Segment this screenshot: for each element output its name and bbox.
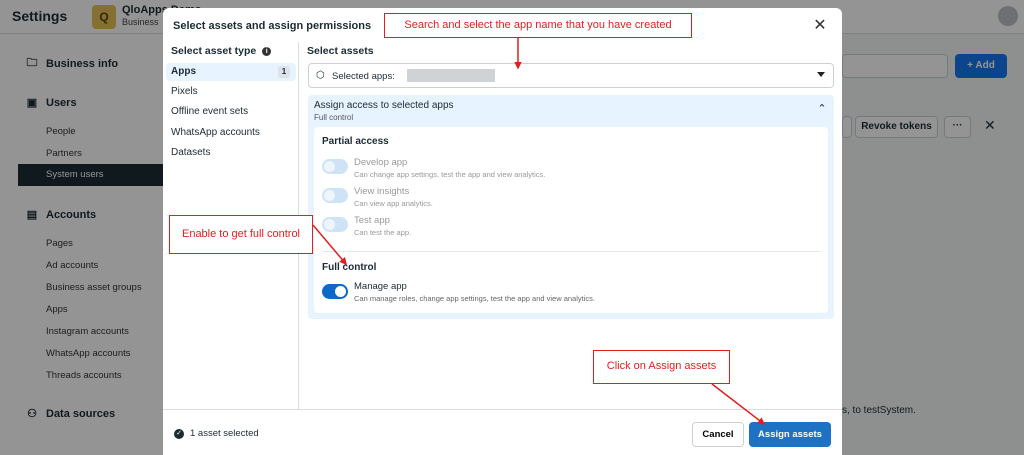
asset-type-datasets[interactable]: Datasets — [166, 144, 296, 162]
dialog-footer: ✓ 1 asset selected Cancel Assign assets — [163, 409, 842, 455]
info-icon[interactable]: i — [262, 46, 272, 56]
full-control-title: Full control — [322, 262, 377, 273]
view-insights-toggle[interactable] — [322, 188, 348, 203]
app-select-dropdown[interactable]: ⬡ Selected apps: — [308, 63, 834, 88]
asset-type-offline-event-sets[interactable]: Offline event sets — [166, 103, 296, 121]
cube-icon: ⬡ — [316, 70, 325, 81]
dialog-title: Select assets and assign permissions — [173, 20, 372, 32]
test-app-toggle[interactable] — [322, 217, 348, 232]
asset-type-apps[interactable]: Apps 1 — [166, 63, 296, 81]
chevron-up-icon[interactable]: ⌃ — [815, 102, 829, 116]
divider — [322, 251, 820, 252]
permissions-list: Partial access Develop app Can change ap… — [314, 127, 828, 313]
assets-header: Select assets — [307, 45, 374, 57]
access-title: Assign access to selected apps — [314, 100, 454, 111]
close-icon[interactable]: ✕ — [810, 16, 830, 36]
manage-app-toggle[interactable] — [322, 284, 348, 299]
assign-assets-button[interactable]: Assign assets — [749, 422, 831, 447]
asset-type-whatsapp-accounts[interactable]: WhatsApp accounts — [166, 124, 296, 142]
access-panel: Assign access to selected apps Full cont… — [308, 95, 834, 319]
callout-enable: Enable to get full control — [169, 215, 313, 254]
redacted-app-name — [407, 69, 495, 82]
partial-access-title: Partial access — [322, 136, 389, 147]
asset-type-pixels[interactable]: Pixels — [166, 83, 296, 101]
callout-assign: Click on Assign assets — [593, 350, 730, 384]
count-badge: 1 — [278, 66, 290, 78]
chevron-down-icon — [817, 72, 825, 77]
callout-search: Search and select the app name that you … — [384, 13, 692, 38]
develop-app-toggle[interactable] — [322, 159, 348, 174]
asset-type-header: Select asset type i — [171, 45, 272, 57]
cancel-button[interactable]: Cancel — [692, 422, 744, 447]
select-label: Selected apps: — [332, 71, 395, 82]
perm-name: Manage app — [354, 281, 407, 292]
perm-name: Test app — [354, 215, 390, 226]
access-subtitle: Full control — [314, 113, 354, 122]
perm-desc: Can view app analytics. — [354, 199, 433, 208]
perm-desc: Can test the app. — [354, 228, 412, 237]
check-circle-icon: ✓ — [174, 428, 184, 439]
assets-panel: Select assets ⬡ Selected apps: Assign ac… — [300, 42, 842, 416]
selection-status: ✓ 1 asset selected — [174, 428, 259, 439]
perm-name: View insights — [354, 186, 410, 197]
perm-name: Develop app — [354, 157, 408, 168]
perm-desc: Can manage roles, change app settings, t… — [354, 294, 595, 303]
perm-desc: Can change app settings, test the app an… — [354, 170, 546, 179]
